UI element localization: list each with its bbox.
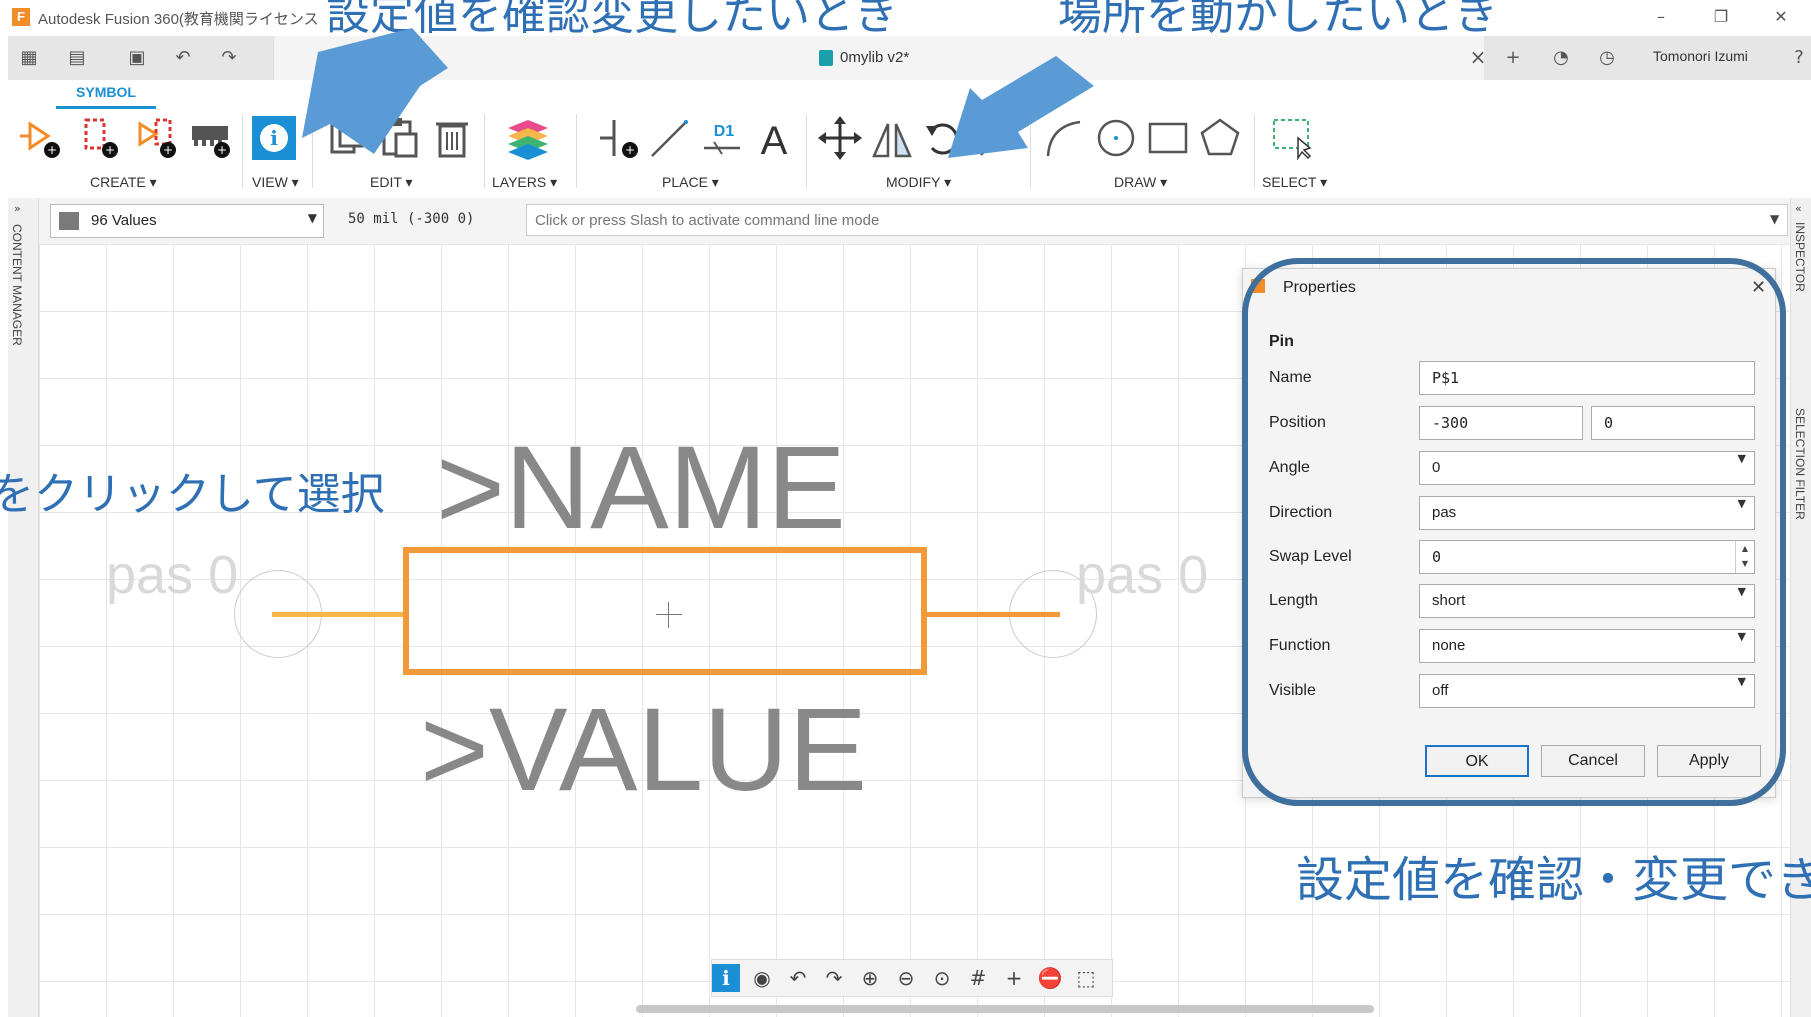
annotation-arrows xyxy=(302,28,1094,158)
arrow-to-move-icon xyxy=(948,56,1094,158)
arrow-to-info-icon xyxy=(302,28,448,154)
